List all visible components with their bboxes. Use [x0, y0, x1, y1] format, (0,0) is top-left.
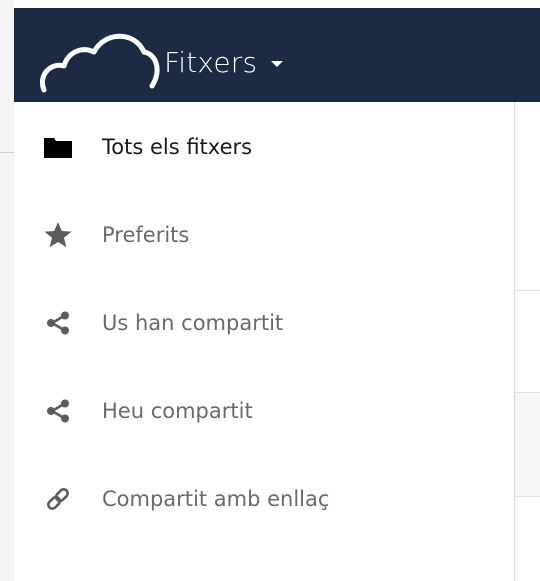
divider	[515, 290, 540, 291]
background-panel-left	[0, 0, 14, 581]
share-icon	[42, 307, 74, 339]
page: Fitxers Tots els fitxers Preferits Us ha…	[0, 0, 540, 581]
divider	[515, 496, 540, 497]
menu-item-shared-with-you[interactable]: Us han compartit	[14, 279, 514, 367]
menu-item-label: Us han compartit	[102, 311, 284, 335]
menu-item-favorites[interactable]: Preferits	[14, 191, 514, 279]
link-icon	[42, 483, 74, 515]
menu-item-shared-by-you[interactable]: Heu compartit	[14, 367, 514, 455]
divider	[0, 152, 14, 153]
share-icon	[42, 395, 74, 427]
menu-item-all-files[interactable]: Tots els fitxers	[14, 103, 514, 191]
menu-item-label: Preferits	[102, 223, 190, 247]
star-icon	[42, 219, 74, 251]
menu-item-label: Tots els fitxers	[102, 135, 253, 159]
menu-item-label: Heu compartit	[102, 399, 253, 423]
menu-item-label: Compartit amb enllaç	[102, 487, 330, 511]
app-header: Fitxers	[14, 8, 540, 102]
divider	[515, 392, 540, 393]
app-switcher-button[interactable]: Fitxers	[164, 42, 284, 82]
app-name: Fitxers	[164, 45, 258, 79]
background-content-right	[514, 102, 540, 581]
background-row	[515, 392, 540, 496]
cloud-logo-icon[interactable]	[38, 26, 164, 94]
navigation-menu: Tots els fitxers Preferits Us han compar…	[14, 102, 514, 581]
menu-item-shared-by-link[interactable]: Compartit amb enllaç	[14, 455, 514, 543]
caret-down-icon	[271, 61, 284, 67]
folder-icon	[42, 131, 74, 163]
